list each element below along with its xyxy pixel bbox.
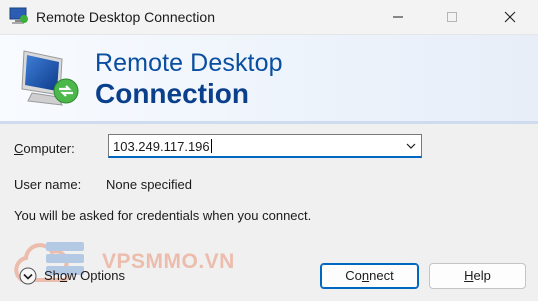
- chevron-down-icon[interactable]: [405, 140, 417, 152]
- banner-title-line1: Remote Desktop: [95, 49, 283, 77]
- computer-label-rest: omputer:: [23, 141, 75, 156]
- connect-label-rest: nect: [369, 268, 394, 283]
- computer-input-value: 103.249.117.196: [113, 139, 210, 154]
- credentials-info-text: You will be asked for credentials when y…: [14, 208, 312, 223]
- banner-divider: [0, 121, 538, 124]
- text-caret: [210, 139, 212, 153]
- remote-desktop-monitor-icon: [18, 45, 82, 109]
- show-options-label-prefix: Sh: [44, 268, 60, 283]
- computer-label-accesskey: C: [14, 141, 24, 156]
- connect-button[interactable]: Connect: [320, 263, 419, 289]
- title-bar: Remote Desktop Connection: [0, 0, 538, 35]
- show-options-label: Show Options: [44, 268, 125, 283]
- maximize-icon: [447, 12, 457, 22]
- connect-label-prefix: Co: [345, 268, 362, 283]
- close-icon: [504, 11, 516, 23]
- username-label: User name:: [14, 177, 82, 192]
- show-options-toggle[interactable]: Show Options: [19, 267, 134, 287]
- header-banner: Remote Desktop Connection: [0, 35, 538, 122]
- app-icon: [9, 7, 29, 25]
- show-options-label-rest: w Options: [67, 268, 125, 283]
- banner-title-line2: Connection: [95, 78, 249, 109]
- help-button[interactable]: Help: [429, 263, 526, 289]
- computer-input-text: 103.249.117.196: [113, 139, 212, 154]
- help-accesskey: H: [464, 268, 474, 283]
- close-button[interactable]: [487, 0, 533, 34]
- minimize-icon: [393, 16, 403, 18]
- minimize-button[interactable]: [375, 0, 421, 34]
- window-title: Remote Desktop Connection: [36, 9, 215, 25]
- help-label-rest: elp: [473, 268, 491, 283]
- computer-input[interactable]: 103.249.117.196: [108, 134, 422, 158]
- maximize-button[interactable]: [429, 0, 475, 34]
- username-value: None specified: [106, 177, 192, 192]
- computer-label: Computer:: [14, 141, 75, 156]
- expand-chevron-icon: [19, 267, 37, 285]
